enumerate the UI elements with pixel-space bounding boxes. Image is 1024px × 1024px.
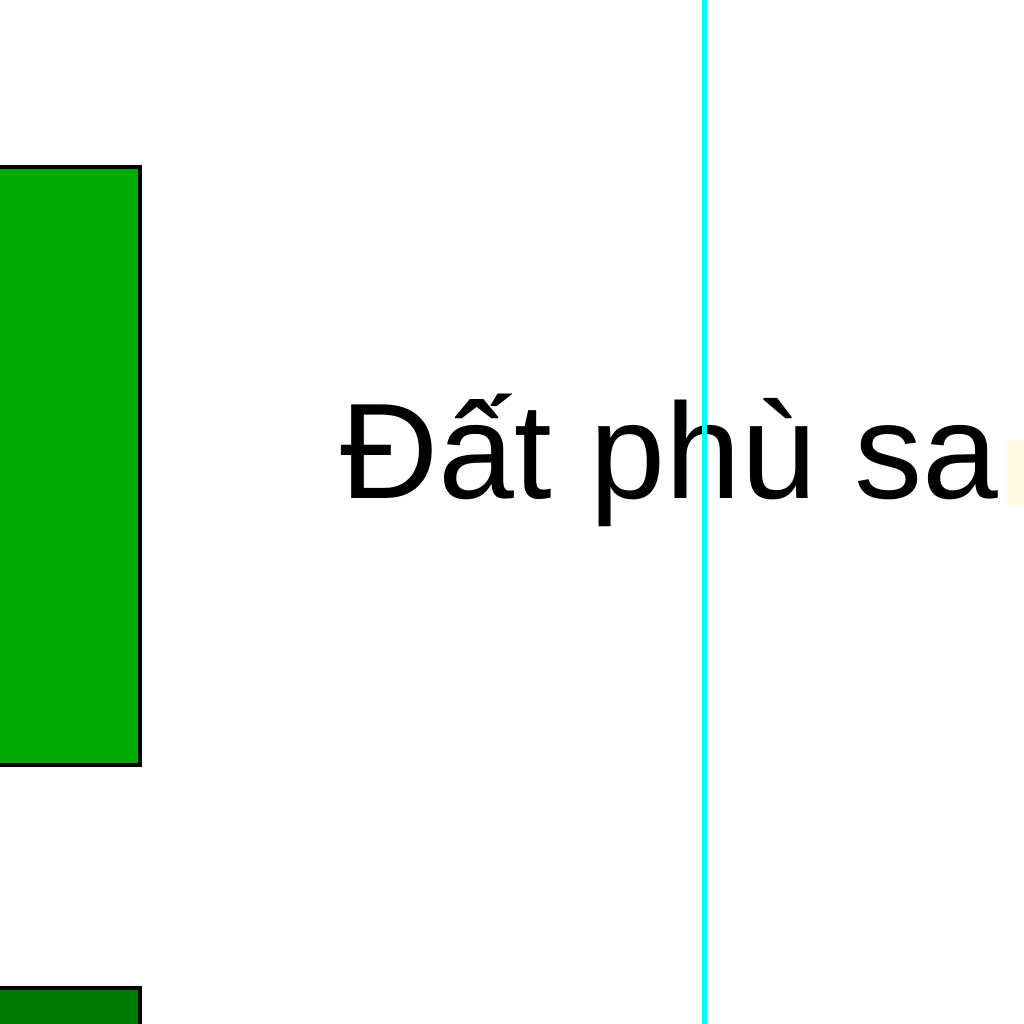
legend-swatch-alluvial-soil [0, 165, 142, 767]
cyan-guide-line [702, 0, 707, 1024]
map-legend-canvas: Đất phù sa [0, 0, 1024, 1024]
legend-item-edge-partial [1006, 440, 1024, 506]
legend-swatch-dark-green [0, 986, 142, 1024]
legend-label-alluvial-soil: Đất phù sa [340, 375, 998, 527]
